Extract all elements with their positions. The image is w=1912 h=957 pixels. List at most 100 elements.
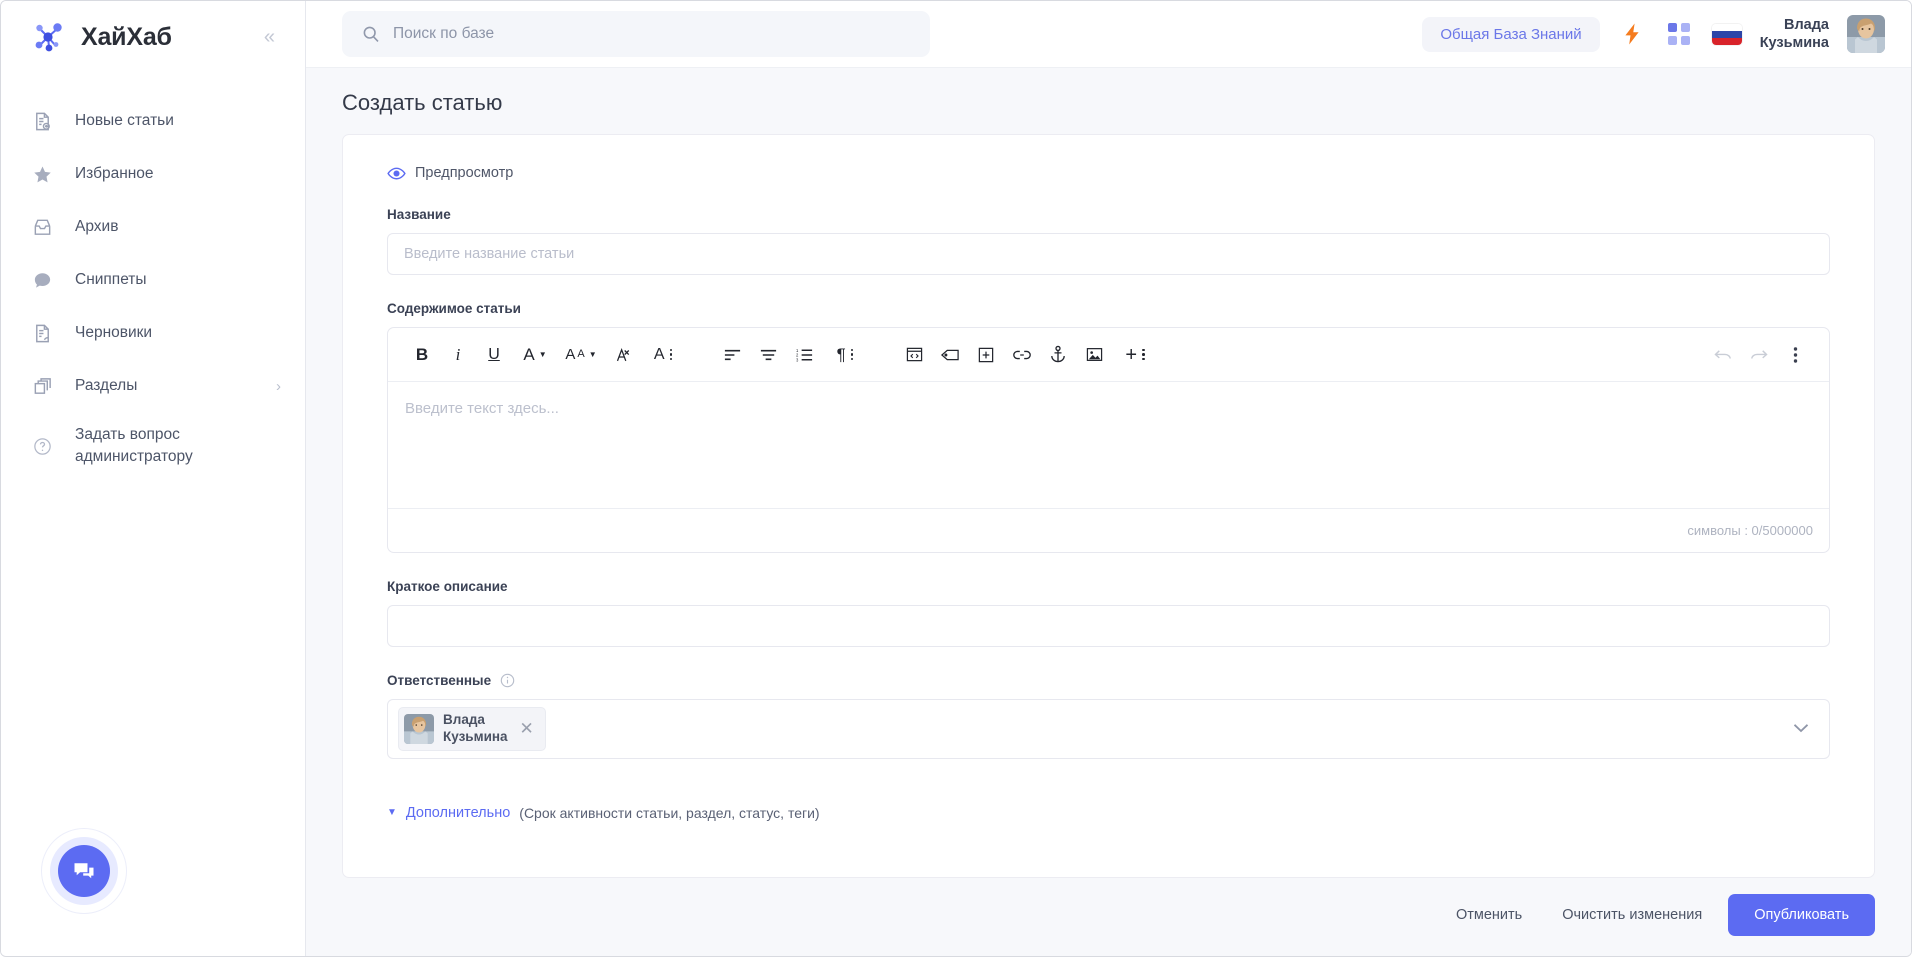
- short-description-input[interactable]: [387, 605, 1830, 647]
- italic-icon[interactable]: i: [440, 338, 476, 372]
- chip-avatar: [404, 713, 434, 744]
- grid-apps-icon[interactable]: [1664, 19, 1694, 49]
- insert-box-icon[interactable]: [968, 338, 1004, 372]
- paragraph-icon[interactable]: ¶: [822, 338, 868, 372]
- page-head: Создать статью: [306, 68, 1911, 134]
- sidebar-item-drafts[interactable]: Черновики: [1, 307, 305, 360]
- user-last-name: Кузьмина: [1759, 35, 1829, 51]
- responsible-chip[interactable]: Влада Кузьмина ✕: [398, 707, 546, 751]
- sidebar-item-new-articles[interactable]: Новые статьи: [1, 95, 305, 148]
- advanced-settings-row[interactable]: ▼ Дополнительно (Срок активности статьи,…: [387, 805, 1830, 821]
- sidebar-nav: Новые статьи Избранное Архив Сниппеты Че…: [1, 73, 305, 479]
- chat-bubbles-icon: [58, 845, 110, 897]
- image-icon[interactable]: [1076, 338, 1112, 372]
- chevron-right-icon: ›: [276, 378, 281, 395]
- top-header: Общая База Знаний Влада Кузьмина: [306, 1, 1911, 68]
- sidebar-item-label: Новые статьи: [75, 112, 174, 130]
- advanced-settings-link[interactable]: Дополнительно: [406, 805, 510, 821]
- article-title-input[interactable]: [387, 233, 1830, 275]
- info-circle-icon[interactable]: [500, 673, 515, 688]
- cancel-button[interactable]: Отменить: [1442, 896, 1536, 934]
- responsible-select[interactable]: Влада Кузьмина ✕: [387, 699, 1830, 759]
- form-actions: Отменить Очистить изменения Опубликовать: [306, 878, 1911, 956]
- chat-support-button[interactable]: [41, 828, 127, 914]
- chat-fab-ring: [50, 837, 118, 905]
- clear-format-icon[interactable]: [604, 338, 640, 372]
- caret-down-icon: ▼: [387, 807, 397, 819]
- responsible-label-text: Ответственные: [387, 673, 492, 688]
- kebab-menu-icon[interactable]: [1777, 338, 1813, 372]
- line-height-icon[interactable]: A: [640, 338, 686, 372]
- eye-icon: [387, 166, 406, 181]
- clear-changes-button[interactable]: Очистить изменения: [1548, 896, 1716, 934]
- description-field-label: Краткое описание: [387, 579, 508, 594]
- chevron-down-icon[interactable]: [1793, 721, 1815, 736]
- sidebar-item-ask-admin[interactable]: Задать вопрос администратору: [1, 413, 305, 479]
- main-area: Общая База Знаний Влада Кузьмина: [306, 1, 1911, 956]
- lightning-bolt-icon[interactable]: [1618, 18, 1646, 50]
- sidebar-item-label: Черновики: [75, 324, 153, 342]
- align-center-icon[interactable]: [750, 338, 786, 372]
- font-color-icon[interactable]: A ▼: [512, 338, 558, 372]
- sidebar-item-label: Архив: [75, 218, 119, 236]
- question-circle-icon: [31, 435, 53, 457]
- chip-first-name: Влада: [443, 712, 485, 727]
- bold-icon[interactable]: B: [404, 338, 440, 372]
- article-content-editor[interactable]: Введите текст здесь...: [388, 382, 1829, 508]
- content-field-label: Содержимое статьи: [387, 301, 521, 316]
- publish-button[interactable]: Опубликовать: [1728, 894, 1875, 936]
- app-window: ХайХаб « Новые статьи Избранное Архив Сн…: [0, 0, 1912, 957]
- svg-text:3: 3: [795, 357, 798, 362]
- speech-bubble-icon: [31, 270, 53, 292]
- preview-toggle[interactable]: Предпросмотр: [387, 165, 513, 181]
- preview-label: Предпросмотр: [415, 165, 514, 181]
- undo-icon[interactable]: [1705, 338, 1741, 372]
- tag-icon[interactable]: [932, 338, 968, 372]
- code-block-icon[interactable]: [896, 338, 932, 372]
- align-left-icon[interactable]: [714, 338, 750, 372]
- rich-text-editor: B i U A ▼ A A ▼ A 1 2 3 ¶ + Введите текс…: [387, 327, 1830, 553]
- sidebar-item-label: Избранное: [75, 165, 154, 183]
- ordered-list-icon[interactable]: 1 2 3: [786, 338, 822, 372]
- font-size-icon[interactable]: A A ▼: [558, 338, 604, 372]
- content-area: Предпросмотр Название Содержимое статьи …: [306, 134, 1911, 878]
- sidebar-item-archive[interactable]: Архив: [1, 201, 305, 254]
- search-input[interactable]: [393, 25, 910, 43]
- sidebar-item-label: Задать вопрос администратору: [75, 425, 193, 465]
- document-draft-icon: [31, 323, 53, 345]
- content-field-block: Содержимое статьи B i U A ▼ A A ▼ A 1 2 …: [387, 301, 1830, 553]
- knowledge-base-chip[interactable]: Общая База Знаний: [1422, 16, 1600, 52]
- archive-box-icon: [31, 217, 53, 239]
- chip-remove-button[interactable]: ✕: [517, 719, 537, 739]
- user-first-name: Влада: [1783, 16, 1829, 33]
- editor-placeholder: Введите текст здесь...: [405, 400, 559, 417]
- brand-name: ХайХаб: [81, 22, 172, 51]
- search-box[interactable]: [342, 11, 930, 57]
- sidebar-item-favorites[interactable]: Избранное: [1, 148, 305, 201]
- sidebar-item-sections[interactable]: Разделы ›: [1, 360, 305, 413]
- ru-flag-icon[interactable]: [1711, 23, 1742, 45]
- user-avatar[interactable]: [1847, 15, 1885, 53]
- responsible-field-label: Ответственные: [387, 673, 1830, 688]
- underline-icon[interactable]: U: [476, 338, 512, 372]
- anchor-icon[interactable]: [1040, 338, 1076, 372]
- article-form-card: Предпросмотр Название Содержимое статьи …: [342, 134, 1875, 878]
- editor-toolbar: B i U A ▼ A A ▼ A 1 2 3 ¶ +: [388, 328, 1829, 382]
- redo-icon[interactable]: [1741, 338, 1777, 372]
- layers-icon: [31, 376, 53, 398]
- sidebar-collapse-button[interactable]: «: [260, 25, 279, 49]
- chip-name: Влада Кузьмина: [443, 712, 508, 746]
- link-icon[interactable]: [1004, 338, 1040, 372]
- search-icon: [362, 25, 380, 43]
- page-title: Создать статью: [342, 90, 503, 115]
- advanced-settings-hint: (Срок активности статьи, раздел, статус,…: [519, 804, 820, 821]
- network-nodes-icon: [29, 18, 67, 56]
- sidebar-item-snippets[interactable]: Сниппеты: [1, 254, 305, 307]
- star-icon: [31, 164, 53, 186]
- brand-row: ХайХаб «: [1, 1, 305, 73]
- user-name[interactable]: Влада Кузьмина: [1760, 16, 1829, 52]
- insert-more-icon[interactable]: +: [1112, 338, 1158, 372]
- sidebar-item-label: Сниппеты: [75, 271, 147, 289]
- description-field-block: Краткое описание: [387, 579, 1830, 647]
- document-add-icon: [31, 111, 53, 133]
